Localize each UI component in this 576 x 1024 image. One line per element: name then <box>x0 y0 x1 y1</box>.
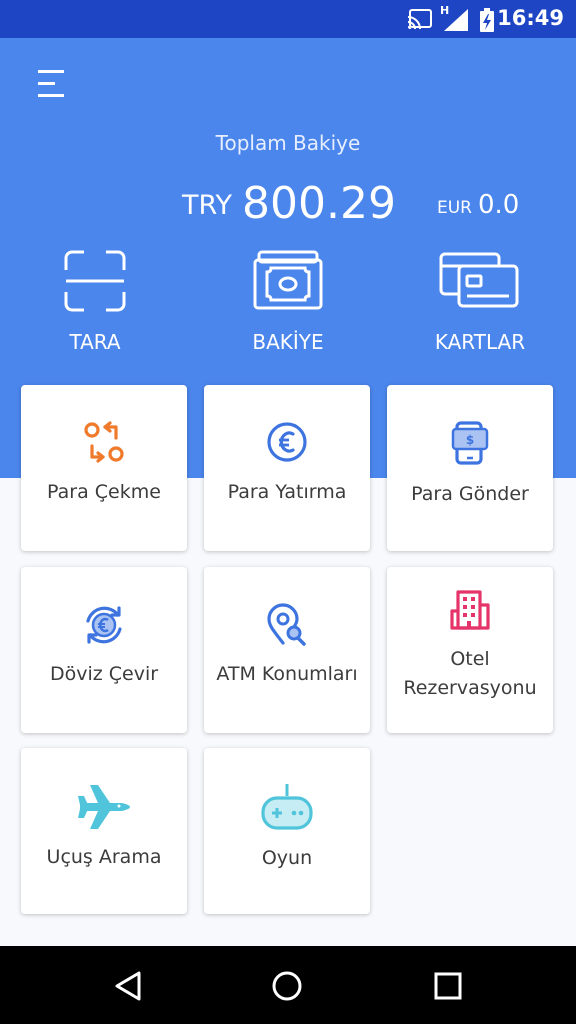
tile-deposit[interactable]: Para Yatırma <box>204 385 370 551</box>
exchange-arrows-icon <box>84 421 124 463</box>
balance-title: Toplam Bakiye <box>215 131 361 155</box>
tile-atm-locations-label: ATM Konumları <box>216 663 358 685</box>
tile-currency-convert-label: Döviz Çevir <box>49 663 159 685</box>
tile-currency-convert[interactable]: Döviz Çevir <box>21 567 187 733</box>
signal-icon <box>444 9 468 31</box>
location-search-icon <box>267 603 306 646</box>
status-bar: H 16:49 <box>0 0 576 38</box>
action-balance-label: BAKİYE <box>252 330 324 354</box>
eur-currency: EUR <box>437 198 472 218</box>
scan-icon <box>64 250 126 312</box>
try-currency: TRY <box>182 190 233 221</box>
action-scan-label: TARA <box>69 330 121 354</box>
tile-hotel-label-line1: Otel <box>450 648 490 670</box>
recents-icon[interactable] <box>434 970 462 1002</box>
tile-hotel-booking[interactable]: Otel Rezervasyonu <box>387 567 553 733</box>
action-scan[interactable]: TARA <box>25 250 165 360</box>
hamburger-icon[interactable] <box>36 68 66 100</box>
euro-coin-icon <box>267 422 307 462</box>
currency-convert-icon <box>86 606 122 644</box>
tile-game[interactable]: Oyun <box>204 748 370 914</box>
tile-hotel-label-line2: Rezervasyonu <box>403 677 537 699</box>
tile-withdraw[interactable]: Para Çekme <box>21 385 187 551</box>
back-icon[interactable] <box>113 970 143 1002</box>
cards-icon <box>439 252 519 308</box>
clock: 16:49 <box>497 6 564 30</box>
action-cards-label: KARTLAR <box>434 330 526 354</box>
tile-game-label: Oyun <box>261 847 313 869</box>
svg-text:$: $ <box>466 433 474 447</box>
phone-money-icon: $ <box>451 421 489 465</box>
action-balance[interactable]: BAKİYE <box>218 250 358 360</box>
tile-withdraw-label: Para Çekme <box>47 481 161 503</box>
battery-icon <box>480 8 494 32</box>
tile-hotel-booking-label: Otel Rezervasyonu <box>391 645 549 703</box>
tile-atm-locations[interactable]: ATM Konumları <box>204 567 370 733</box>
tile-send-money[interactable]: $ Para Gönder <box>387 385 553 551</box>
airplane-icon <box>78 785 130 829</box>
banknote-icon <box>253 250 323 310</box>
action-cards[interactable]: KARTLAR <box>410 250 550 360</box>
cast-icon <box>407 9 432 29</box>
home-icon[interactable] <box>271 970 303 1002</box>
tile-flight-search[interactable]: Uçuş Arama <box>21 748 187 914</box>
tile-deposit-label: Para Yatırma <box>227 481 347 503</box>
eur-amount: 0.0 <box>478 190 520 220</box>
hotel-building-icon <box>450 590 490 630</box>
gamepad-icon <box>261 784 313 830</box>
tile-send-money-label: Para Gönder <box>411 483 529 505</box>
try-amount: 800.29 <box>242 178 396 229</box>
system-nav-bar <box>0 946 576 1024</box>
tile-flight-search-label: Uçuş Arama <box>46 846 162 868</box>
